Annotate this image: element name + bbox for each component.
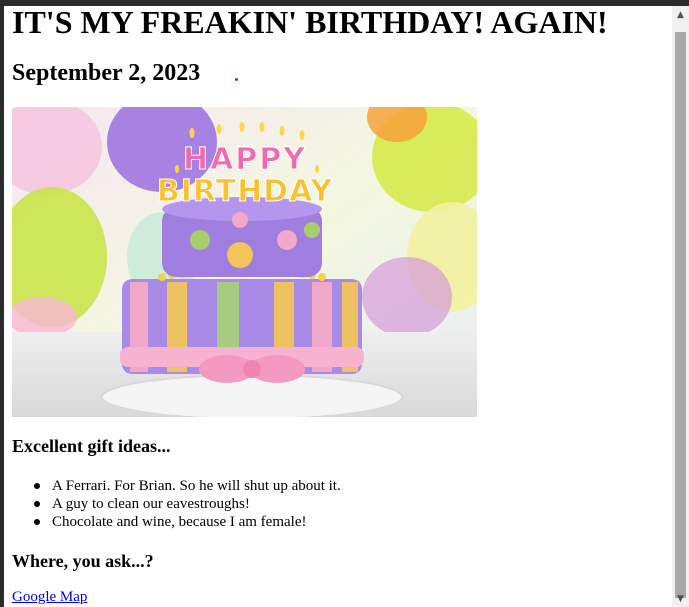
gift-item-text: A guy to clean our eavestroughs! [52,496,250,512]
location-heading: Where, you ask...? [12,551,154,571]
topper-happy: HAPPY [183,142,307,177]
google-map-link[interactable]: Google Map [12,589,87,606]
bullet-icon [34,501,40,507]
list-item: A guy to clean our eavestroughs! [12,495,341,513]
bullet-icon [34,519,40,525]
gift-ideas-list: A Ferrari. For Brian. So he will shut up… [12,477,341,531]
gift-item-text: Chocolate and wine, because I am female! [52,514,307,530]
birthday-cake-image: HAPPY BIRTHDAY [12,107,477,417]
cake-illustration: HAPPY BIRTHDAY [12,107,477,417]
gift-item-text: A Ferrari. For Brian. So he will shut up… [52,478,341,494]
scroll-up-arrow-icon[interactable]: ▲ [672,6,689,23]
vertical-scrollbar[interactable]: ▲ ▼ [672,6,689,607]
scroll-down-arrow-icon[interactable]: ▼ [672,590,689,607]
balloon-lilac [362,257,452,337]
page-date: September 2, 2023 [12,60,201,86]
cake-plate [101,374,403,417]
scrollbar-thumb[interactable] [675,32,686,598]
red-dot-mark [235,78,238,81]
page-viewport: IT'S MY FREAKIN' BIRTHDAY! AGAIN! Septem… [4,6,672,607]
list-item: Chocolate and wine, because I am female! [12,513,341,531]
gift-ideas-heading: Excellent gift ideas... [12,436,171,456]
page-title: IT'S MY FREAKIN' BIRTHDAY! AGAIN! [12,6,608,40]
list-item: A Ferrari. For Brian. So he will shut up… [12,477,341,495]
bullet-icon [34,483,40,489]
topper-birthday: BIRTHDAY [157,174,334,209]
